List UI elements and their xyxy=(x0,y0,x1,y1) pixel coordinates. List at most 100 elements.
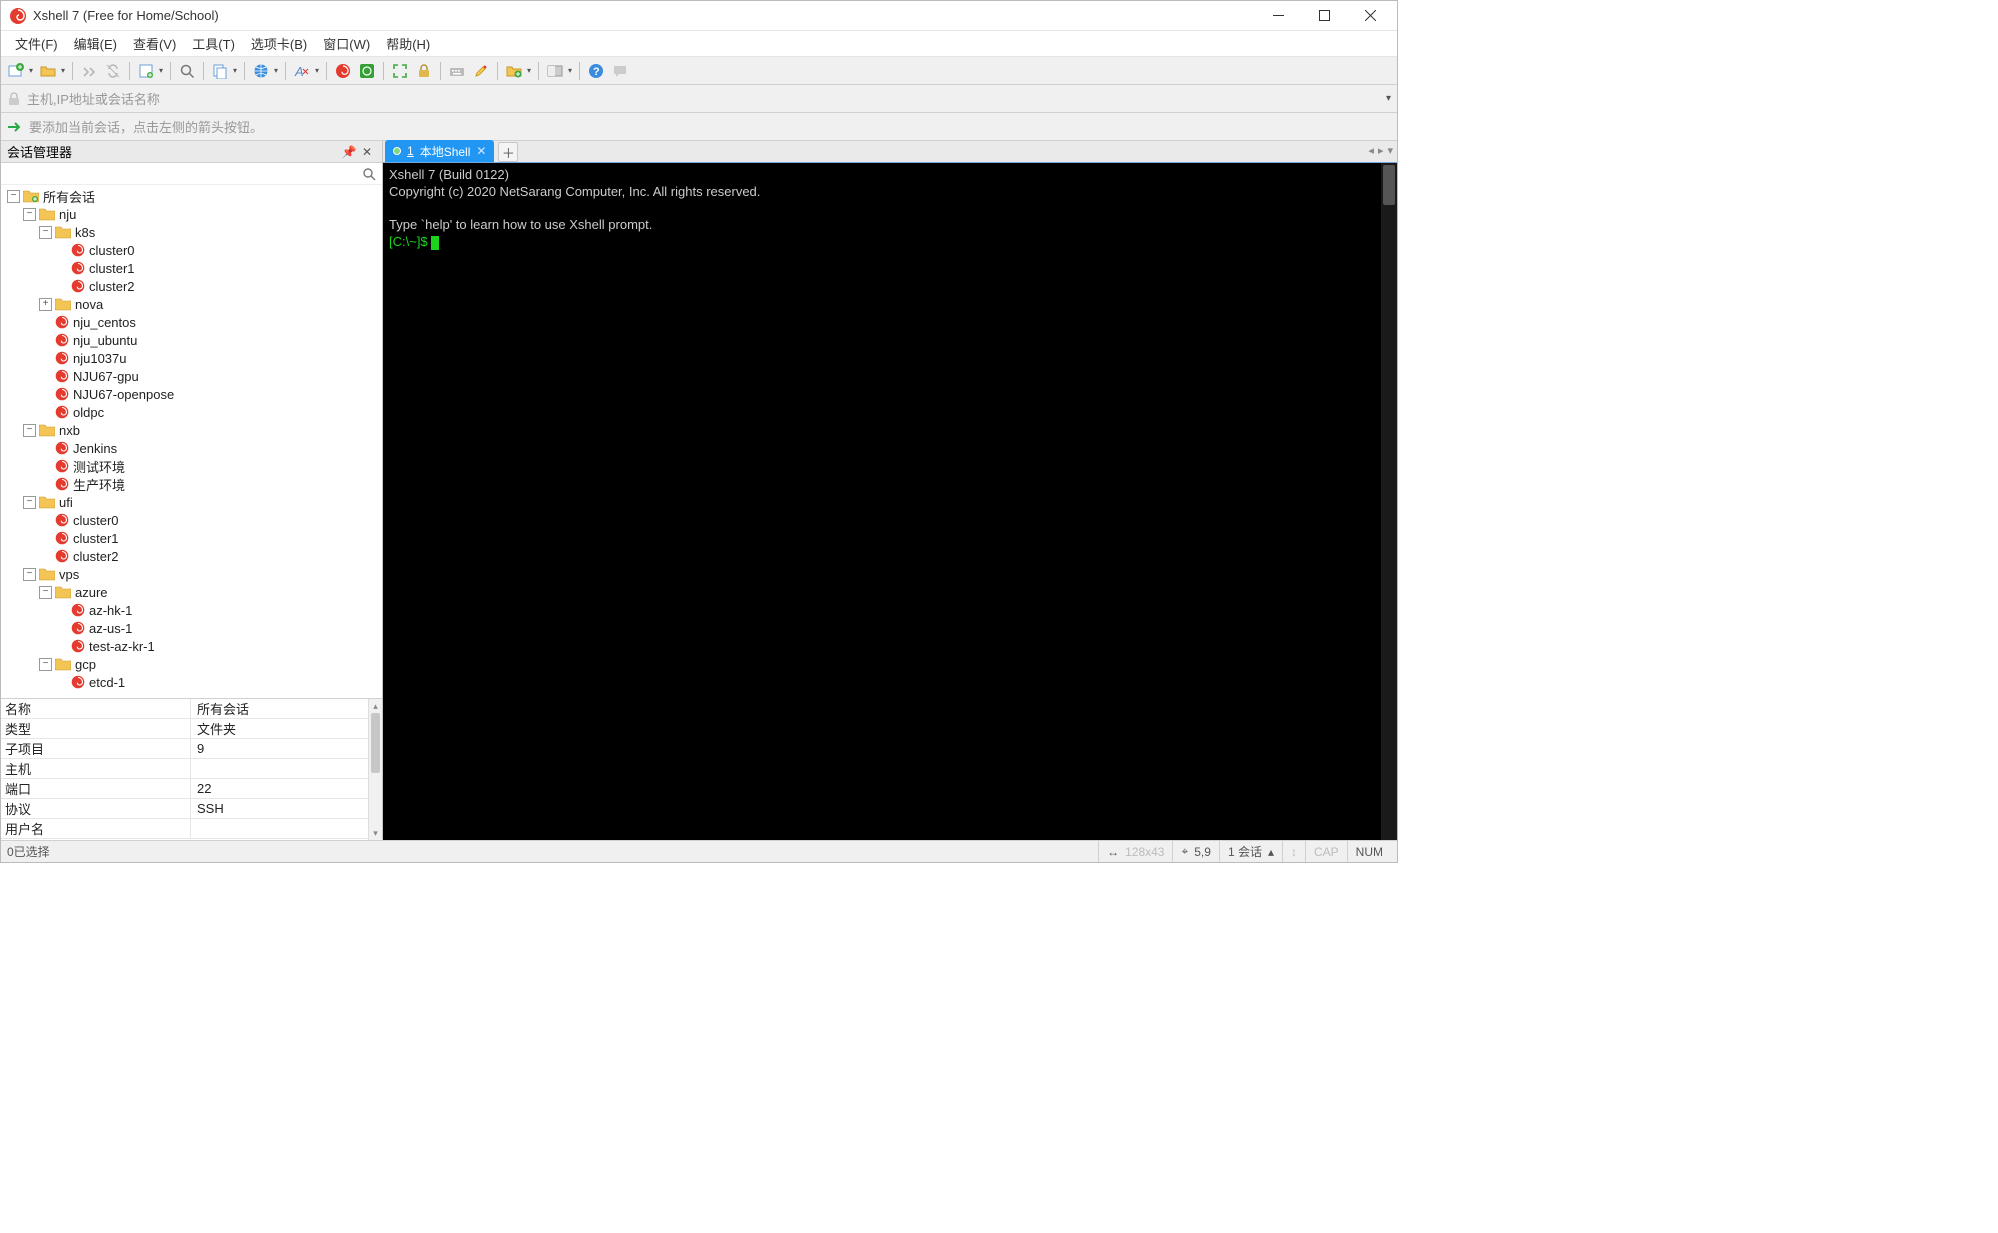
tree-twisty-icon[interactable]: − xyxy=(23,568,36,581)
tree-twisty-icon[interactable]: − xyxy=(39,586,52,599)
tab-next-icon[interactable]: ▸ xyxy=(1378,144,1384,157)
help-icon[interactable]: ? xyxy=(585,60,607,82)
menu-file[interactable]: 文件(F) xyxy=(7,32,66,55)
layout-icon[interactable] xyxy=(544,60,566,82)
tree-row[interactable]: −azure xyxy=(3,583,382,601)
tree-twisty-icon[interactable]: − xyxy=(39,226,52,239)
maximize-button[interactable] xyxy=(1301,1,1347,31)
tree-twisty-icon[interactable]: + xyxy=(39,298,52,311)
close-button[interactable] xyxy=(1347,1,1393,31)
tree-row[interactable]: nju_ubuntu xyxy=(3,331,382,349)
tree-row[interactable]: −nju xyxy=(3,205,382,223)
tree-row[interactable]: 生产环境 xyxy=(3,475,382,493)
menu-view[interactable]: 查看(V) xyxy=(125,32,184,55)
fullscreen-icon[interactable] xyxy=(389,60,411,82)
menu-tools[interactable]: 工具(T) xyxy=(184,32,243,55)
disconnect-icon[interactable] xyxy=(102,60,124,82)
tree-row[interactable]: test-az-kr-1 xyxy=(3,637,382,655)
open-folder-icon[interactable] xyxy=(37,60,59,82)
tree-row[interactable]: cluster2 xyxy=(3,547,382,565)
tree-row[interactable]: oldpc xyxy=(3,403,382,421)
tree-row[interactable]: −gcp xyxy=(3,655,382,673)
panel-close-icon[interactable]: ✕ xyxy=(358,145,376,159)
menu-window[interactable]: 窗口(W) xyxy=(315,32,378,55)
tree-row[interactable]: NJU67-gpu xyxy=(3,367,382,385)
add-folder-icon[interactable] xyxy=(503,60,525,82)
tree-row[interactable]: cluster1 xyxy=(3,529,382,547)
properties-icon[interactable] xyxy=(135,60,157,82)
tree-row[interactable]: −k8s xyxy=(3,223,382,241)
status-session-count[interactable]: 1 会话 xyxy=(1228,843,1262,860)
highlighter-icon[interactable] xyxy=(470,60,492,82)
dropdown-icon[interactable]: ▾ xyxy=(525,66,533,75)
minimize-button[interactable] xyxy=(1255,1,1301,31)
dropdown-icon[interactable]: ▾ xyxy=(59,66,67,75)
status-cursor-pos: 5,9 xyxy=(1194,845,1211,859)
pin-icon[interactable]: 📌 xyxy=(340,145,358,159)
dropdown-icon[interactable]: ▾ xyxy=(313,66,321,75)
sessions-dropdown-icon[interactable]: ▴ xyxy=(1268,845,1274,859)
scroll-thumb[interactable] xyxy=(371,713,380,773)
keyboard-icon[interactable] xyxy=(446,60,468,82)
tree-twisty-icon[interactable]: − xyxy=(23,424,36,437)
dropdown-icon[interactable]: ▾ xyxy=(566,66,574,75)
lock-icon[interactable] xyxy=(413,60,435,82)
address-dropdown-icon[interactable]: ▾ xyxy=(1386,93,1391,104)
new-session-icon[interactable] xyxy=(5,60,27,82)
reconnect-icon[interactable] xyxy=(78,60,100,82)
tree-row[interactable]: NJU67-openpose xyxy=(3,385,382,403)
tree-label: az-us-1 xyxy=(89,621,132,636)
dropdown-icon[interactable]: ▾ xyxy=(27,66,35,75)
session-tree[interactable]: −所有会话−nju−k8scluster0cluster1cluster2+no… xyxy=(1,185,382,698)
tree-row[interactable]: cluster0 xyxy=(3,511,382,529)
menu-help[interactable]: 帮助(H) xyxy=(378,32,438,55)
tree-row[interactable]: +nova xyxy=(3,295,382,313)
tree-row[interactable]: −vps xyxy=(3,565,382,583)
filter-search-icon[interactable] xyxy=(362,167,376,181)
font-icon[interactable]: A xyxy=(291,60,313,82)
tab-prev-icon[interactable]: ◂ xyxy=(1368,144,1374,157)
tree-twisty-icon[interactable]: − xyxy=(23,208,36,221)
tree-row[interactable]: −nxb xyxy=(3,421,382,439)
terminal-scrollbar[interactable] xyxy=(1381,163,1397,840)
tab-local-shell[interactable]: 1 本地Shell ✕ xyxy=(385,140,494,162)
tree-row[interactable]: −ufi xyxy=(3,493,382,511)
globe-icon[interactable] xyxy=(250,60,272,82)
terminal[interactable]: Xshell 7 (Build 0122) Copyright (c) 2020… xyxy=(383,163,1397,840)
scroll-down-icon[interactable]: ▾ xyxy=(369,826,382,840)
scroll-thumb[interactable] xyxy=(1383,165,1395,205)
menu-edit[interactable]: 编辑(E) xyxy=(66,32,125,55)
copy-icon[interactable] xyxy=(209,60,231,82)
tree-row[interactable]: nju_centos xyxy=(3,313,382,331)
tab-add-button[interactable]: ＋ xyxy=(498,142,518,162)
tree-row[interactable]: 测试环境 xyxy=(3,457,382,475)
tree-label: nju_centos xyxy=(73,315,136,330)
tree-row[interactable]: nju1037u xyxy=(3,349,382,367)
tree-row[interactable]: cluster2 xyxy=(3,277,382,295)
dropdown-icon[interactable]: ▾ xyxy=(231,66,239,75)
tree-twisty-icon[interactable]: − xyxy=(39,658,52,671)
chat-icon[interactable] xyxy=(609,60,631,82)
tab-close-icon[interactable]: ✕ xyxy=(476,144,486,158)
tree-twisty-icon[interactable]: − xyxy=(23,496,36,509)
tree-row[interactable]: etcd-1 xyxy=(3,673,382,691)
scroll-up-icon[interactable]: ▴ xyxy=(369,699,382,713)
dropdown-icon[interactable]: ▾ xyxy=(272,66,280,75)
tree-row[interactable]: az-us-1 xyxy=(3,619,382,637)
tree-row[interactable]: az-hk-1 xyxy=(3,601,382,619)
dropdown-icon[interactable]: ▾ xyxy=(157,66,165,75)
tree-row[interactable]: −所有会话 xyxy=(3,187,382,205)
toolbar: ▾ ▾ ▾ ▾ ▾ A ▾ ▾ ▾ ? xyxy=(1,57,1397,85)
tree-row[interactable]: Jenkins xyxy=(3,439,382,457)
address-bar[interactable]: 主机,IP地址或会话名称 ▾ xyxy=(1,85,1397,113)
search-icon[interactable] xyxy=(176,60,198,82)
tab-menu-icon[interactable]: ▾ xyxy=(1387,144,1393,157)
green-square-icon[interactable] xyxy=(356,60,378,82)
swirl-red-icon[interactable] xyxy=(332,60,354,82)
tree-row[interactable]: cluster1 xyxy=(3,259,382,277)
go-arrow-icon[interactable] xyxy=(7,120,23,134)
props-scrollbar[interactable]: ▴ ▾ xyxy=(368,699,382,840)
tree-twisty-icon[interactable]: − xyxy=(7,190,20,203)
tree-row[interactable]: cluster0 xyxy=(3,241,382,259)
menu-tab[interactable]: 选项卡(B) xyxy=(243,32,315,55)
